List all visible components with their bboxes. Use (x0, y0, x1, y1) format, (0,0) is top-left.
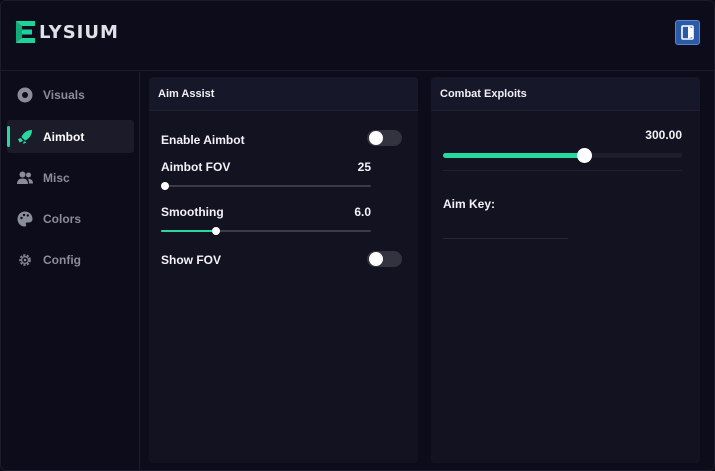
aim-assist-panel: Aim Assist Enable Aimbot Aimbot FOV 25 S… (149, 77, 418, 463)
rocket-icon (15, 127, 35, 147)
logo-e-icon (16, 21, 35, 43)
exploit-slider[interactable] (443, 148, 682, 163)
slider-thumb[interactable] (576, 148, 592, 163)
show-fov-label: Show FOV (161, 253, 221, 267)
combat-exploits-title: Combat Exploits (431, 77, 700, 111)
aimbot-fov-value: 25 (357, 160, 371, 174)
sidebar-item-label: Colors (43, 211, 82, 226)
slider-fill (161, 230, 216, 232)
aimbot-fov-label: Aimbot FOV (161, 160, 231, 174)
sidebar-item-colors[interactable]: Colors (7, 202, 134, 235)
combat-exploits-panel: Combat Exploits 300.00 Aim Key: (431, 77, 700, 463)
palette-icon (15, 209, 35, 229)
sidebar-item-visuals[interactable]: Visuals (7, 78, 134, 111)
sidebar-item-label: Aimbot (43, 129, 85, 144)
slider-fill (443, 153, 584, 158)
slider-thumb[interactable] (212, 227, 220, 235)
enable-aimbot-toggle[interactable] (367, 130, 402, 146)
gear-icon (15, 250, 35, 270)
sidebar-item-aimbot[interactable]: Aimbot (7, 120, 134, 153)
app-window: LYSIUM Visuals Aimbot Misc Colors Config… (0, 0, 715, 471)
smoothing-label: Smoothing (161, 205, 224, 219)
aimbot-fov-slider[interactable] (161, 182, 371, 190)
sidebar-item-label: Misc (43, 170, 70, 185)
sidebar-item-config[interactable]: Config (7, 243, 134, 276)
aim-key-input[interactable] (443, 217, 568, 239)
aim-assist-title: Aim Assist (149, 77, 418, 111)
sidebar-item-label: Config (43, 252, 81, 267)
eye-icon (15, 85, 35, 105)
enable-aimbot-label: Enable Aimbot (161, 133, 245, 147)
sidebar: Visuals Aimbot Misc Colors Config (1, 72, 140, 470)
show-fov-toggle[interactable] (367, 251, 402, 267)
logo-text: LYSIUM (39, 21, 119, 43)
app-logo: LYSIUM (14, 19, 119, 45)
sidebar-item-label: Visuals (43, 87, 85, 102)
smoothing-value: 6.0 (354, 205, 371, 219)
door-exit-icon (681, 25, 694, 40)
title-bar: LYSIUM (1, 1, 714, 71)
sidebar-item-misc[interactable]: Misc (7, 161, 134, 194)
aim-key-label: Aim Key: (443, 197, 496, 211)
users-icon (15, 168, 35, 188)
exit-button[interactable] (675, 20, 700, 45)
toggle-knob (369, 252, 383, 266)
slider-thumb[interactable] (161, 182, 169, 190)
smoothing-slider[interactable] (161, 227, 371, 235)
toggle-knob (369, 131, 383, 145)
divider (443, 170, 682, 171)
exploit-slider-value: 300.00 (645, 128, 682, 142)
